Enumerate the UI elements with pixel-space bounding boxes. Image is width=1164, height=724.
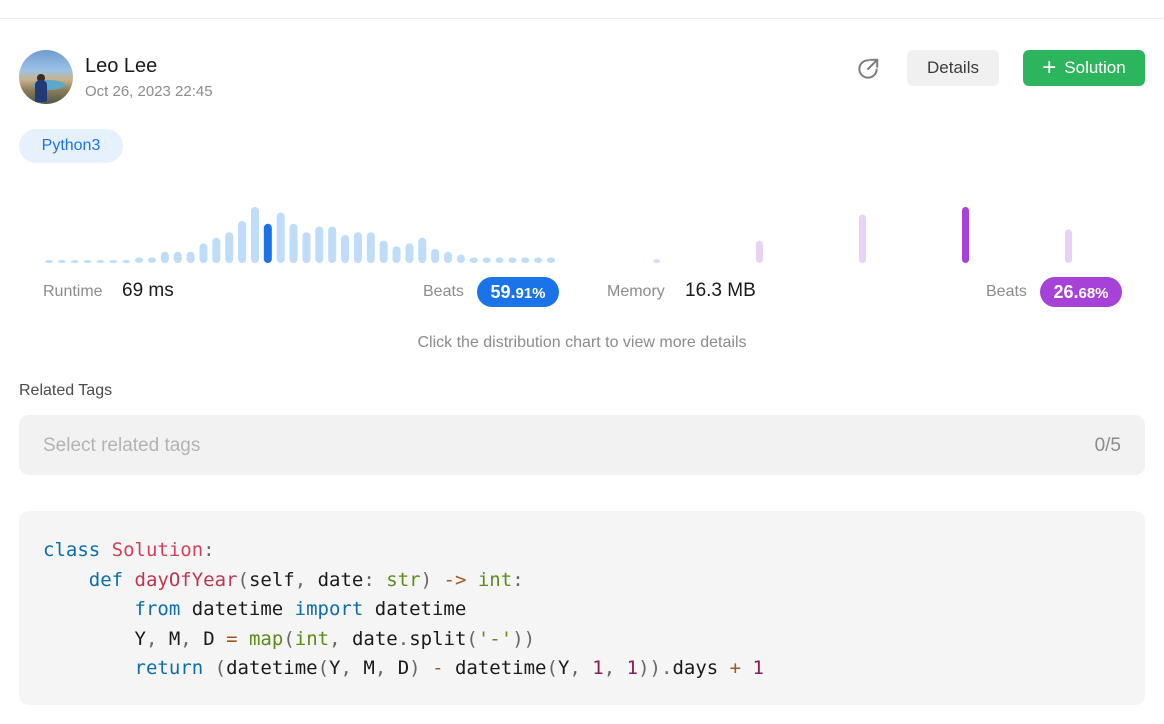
avatar[interactable] — [19, 50, 73, 104]
runtime-bar[interactable] — [109, 260, 118, 263]
runtime-bar[interactable] — [212, 237, 221, 263]
runtime-beats-int: 59. — [490, 282, 516, 302]
runtime-bar[interactable] — [45, 260, 53, 263]
runtime-bar[interactable] — [456, 254, 465, 263]
runtime-distribution-chart[interactable] — [43, 195, 559, 265]
code-block[interactable]: class Solution: def dayOfYear(self, date… — [19, 511, 1145, 705]
memory-bar[interactable] — [1065, 229, 1072, 263]
runtime-bar[interactable] — [173, 251, 182, 263]
share-icon — [858, 58, 879, 79]
runtime-bar[interactable] — [366, 232, 375, 263]
runtime-beats-dec: 91% — [515, 285, 546, 302]
memory-value: 16.3 MB — [685, 280, 756, 301]
user-name[interactable]: Leo Lee — [85, 55, 157, 78]
runtime-bar[interactable] — [495, 257, 504, 263]
details-button[interactable]: Details — [907, 50, 999, 86]
runtime-bar[interactable] — [418, 237, 427, 263]
runtime-bar[interactable] — [96, 260, 105, 263]
memory-stats: Memory 16.3 MB Beats 26. 68% — [607, 277, 1122, 307]
runtime-bar[interactable] — [263, 223, 272, 263]
related-tags-input[interactable]: Select related tags 0/5 — [19, 415, 1145, 475]
runtime-bar[interactable] — [276, 212, 285, 263]
code-content: class Solution: def dayOfYear(self, date… — [43, 539, 764, 679]
runtime-bar[interactable] — [160, 251, 169, 263]
memory-beats-dec: 68% — [1078, 285, 1109, 302]
runtime-bar[interactable] — [289, 223, 298, 263]
language-badge[interactable]: Python3 — [19, 129, 123, 163]
runtime-bar[interactable] — [122, 260, 131, 263]
runtime-bar[interactable] — [444, 251, 453, 263]
memory-label: Memory — [607, 283, 665, 300]
memory-bar[interactable] — [962, 207, 969, 263]
code-token: class — [43, 539, 101, 561]
runtime-beats-badge: 59. 91% — [477, 277, 559, 307]
runtime-bar[interactable] — [225, 232, 234, 263]
runtime-stats: Runtime 69 ms Beats 59. 91% — [43, 277, 559, 307]
related-tags-title: Related Tags — [19, 382, 113, 399]
runtime-bar[interactable] — [186, 251, 195, 263]
runtime-bar[interactable] — [482, 257, 491, 263]
memory-distribution-chart[interactable] — [608, 195, 1122, 265]
memory-bar[interactable] — [653, 259, 660, 263]
runtime-bar[interactable] — [392, 246, 401, 263]
memory-bar[interactable] — [859, 214, 866, 263]
runtime-bar[interactable] — [250, 207, 259, 263]
runtime-bar[interactable] — [379, 240, 388, 263]
runtime-bar[interactable] — [70, 260, 79, 263]
runtime-bar[interactable] — [534, 257, 543, 263]
runtime-bar[interactable] — [547, 257, 555, 263]
solution-button-label: Solution — [1064, 58, 1126, 77]
post-date: Oct 26, 2023 22:45 — [85, 83, 213, 100]
runtime-bar[interactable] — [238, 221, 247, 263]
runtime-beats-label: Beats — [423, 283, 464, 300]
code-token: Solution — [111, 539, 204, 561]
tags-placeholder: Select related tags — [43, 435, 201, 456]
runtime-bar[interactable] — [135, 257, 144, 263]
chart-hint: Click the distribution chart to view mor… — [417, 334, 747, 351]
add-solution-button[interactable]: + Solution — [1023, 50, 1145, 86]
runtime-bar[interactable] — [199, 243, 208, 263]
runtime-value: 69 ms — [122, 280, 174, 301]
runtime-bar[interactable] — [431, 249, 440, 263]
memory-beats-label: Beats — [986, 283, 1027, 300]
memory-beats-int: 26. — [1053, 282, 1079, 302]
runtime-bar[interactable] — [302, 232, 311, 263]
runtime-bar[interactable] — [328, 226, 337, 263]
plus-icon: + — [1042, 54, 1057, 81]
runtime-bar[interactable] — [341, 235, 350, 263]
runtime-bar[interactable] — [469, 257, 478, 263]
runtime-bar[interactable] — [315, 226, 324, 263]
runtime-bar[interactable] — [405, 243, 414, 263]
top-divider — [0, 18, 1164, 19]
runtime-bar[interactable] — [521, 257, 530, 263]
share-button[interactable] — [855, 56, 881, 82]
runtime-bar[interactable] — [353, 232, 362, 263]
tags-count: 0/5 — [1094, 435, 1121, 456]
memory-bar[interactable] — [756, 240, 763, 263]
runtime-bar[interactable] — [508, 257, 517, 263]
solution-header: Leo Lee Oct 26, 2023 22:45 Details + Sol… — [19, 50, 1145, 106]
runtime-bar[interactable] — [57, 260, 66, 263]
runtime-bar[interactable] — [147, 257, 156, 263]
runtime-bar[interactable] — [83, 260, 92, 263]
runtime-label: Runtime — [43, 283, 103, 300]
memory-beats-badge: 26. 68% — [1040, 277, 1122, 307]
